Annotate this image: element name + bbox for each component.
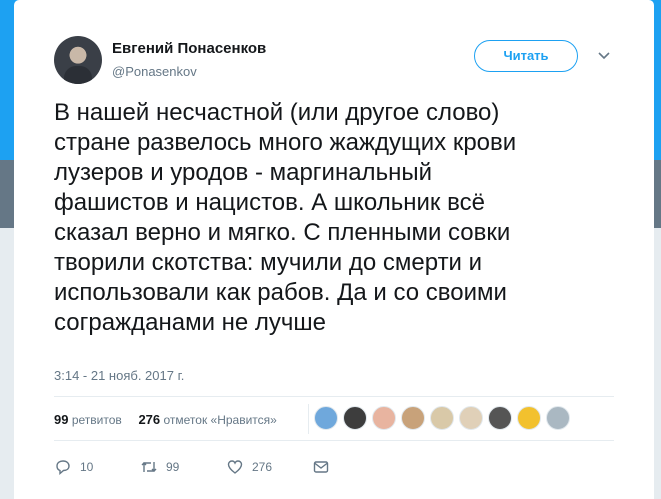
liker-avatar[interactable] [401,406,425,430]
retweet-count: 99 [166,460,180,474]
tweet-actions: 10 99 276 [54,458,378,476]
like-button[interactable]: 276 [226,458,272,476]
direct-message-button[interactable] [312,458,338,476]
divider [54,440,614,441]
like-count: 276 [252,460,273,474]
liker-avatar[interactable] [546,406,570,430]
follow-button[interactable]: Читать [474,40,578,72]
retweets-count[interactable]: 99 [54,412,68,427]
liker-avatar[interactable] [314,406,338,430]
liker-avatars [314,406,575,430]
liker-avatar[interactable] [488,406,512,430]
divider [308,404,309,434]
reply-icon [56,460,70,476]
chevron-down-icon[interactable] [598,51,610,61]
tweet-timestamp[interactable]: 3:14 - 21 нояб. 2017 г. [54,368,184,383]
liker-avatar[interactable] [343,406,367,430]
liker-avatar[interactable] [372,406,396,430]
heart-icon [227,460,243,474]
likes-label[interactable]: отметок «Нравится» [163,413,276,427]
retweet-icon [141,462,157,472]
reply-count: 10 [80,460,94,474]
reply-button[interactable]: 10 [54,458,100,476]
tweet-card: Евгений Понасенков @Ponasenkov Читать В … [14,0,654,499]
tweet-stats: 99 ретвитов 276 отметок «Нравится» [54,412,277,427]
tweet-text: В нашей несчастной (или другое слово) ст… [54,99,517,336]
divider [54,396,614,397]
author-name[interactable]: Евгений Понасенков [112,40,266,57]
envelope-icon [313,461,329,473]
likes-count[interactable]: 276 [138,412,160,427]
liker-avatar[interactable] [430,406,454,430]
author-avatar[interactable] [54,36,102,84]
author-handle[interactable]: @Ponasenkov [112,64,197,79]
liker-avatar[interactable] [459,406,483,430]
retweet-button[interactable]: 99 [140,458,186,476]
retweets-label[interactable]: ретвитов [72,413,122,427]
liker-avatar[interactable] [517,406,541,430]
